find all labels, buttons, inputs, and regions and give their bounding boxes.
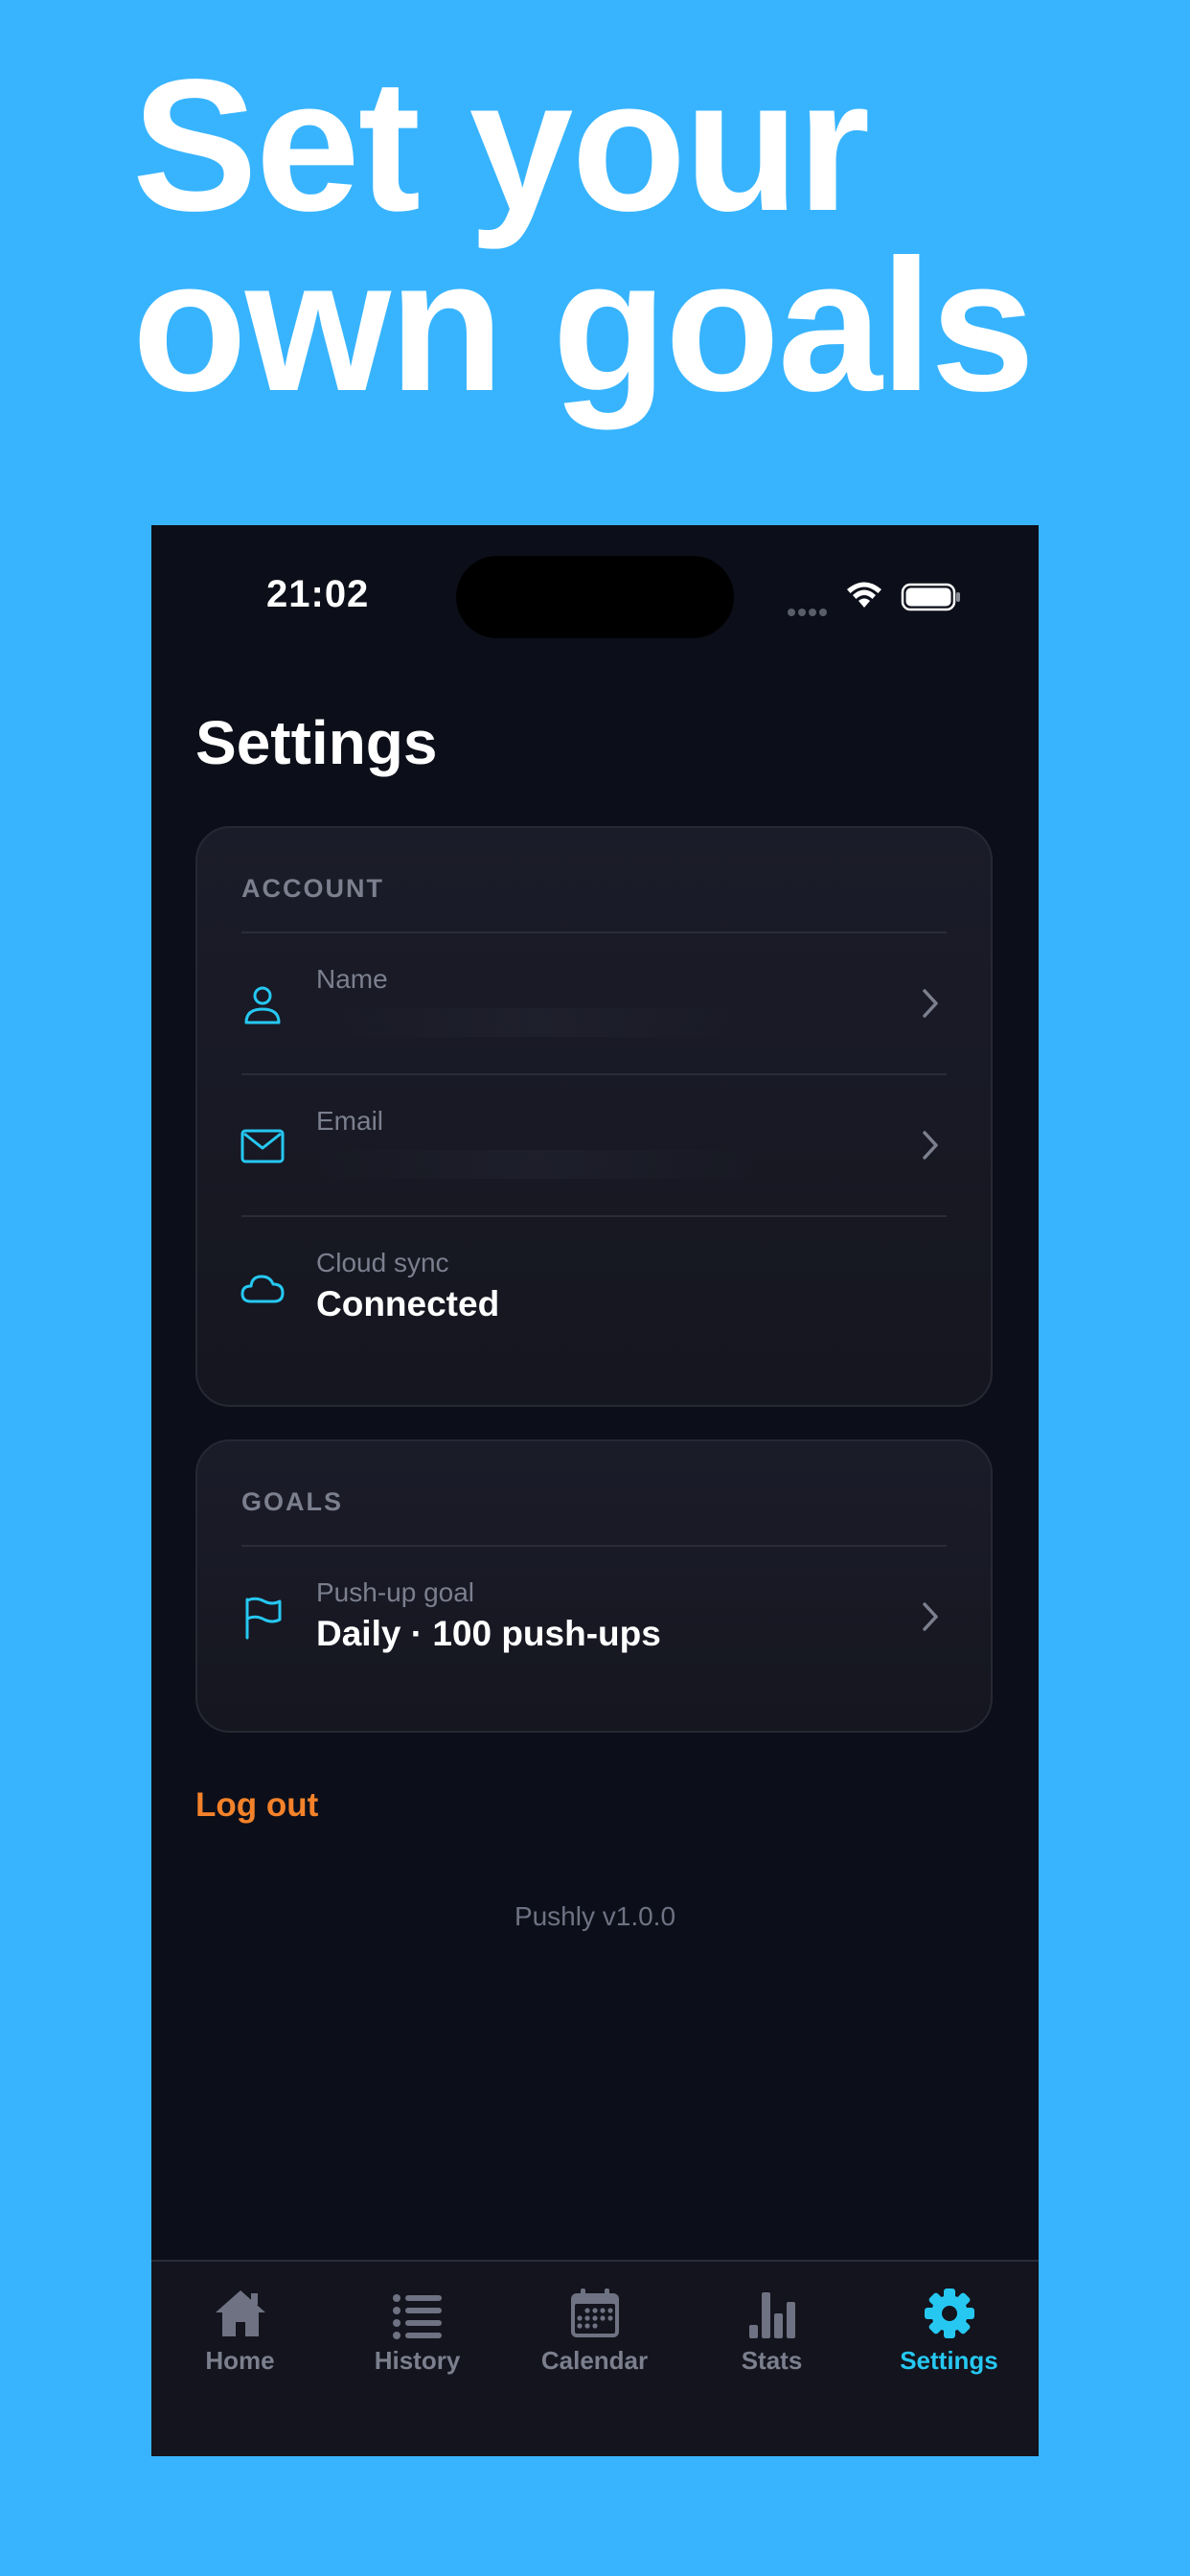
goals-section-header: GOALS <box>241 1487 344 1516</box>
email-value <box>316 1150 757 1179</box>
tab-history[interactable]: History <box>329 2287 506 2392</box>
goals-card: GOALS Push-up goal Daily · 100 push-ups <box>195 1439 993 1733</box>
logout-button[interactable]: Log out <box>195 1786 318 1825</box>
phone-screen: 21:02 Settings ACCOUNT Name Email Cloud … <box>151 525 1039 2456</box>
name-label: Name <box>316 964 388 994</box>
name-row[interactable]: Name <box>197 933 991 1075</box>
tab-home-label: Home <box>205 2346 275 2375</box>
name-value <box>316 1008 757 1037</box>
cloud-sync-value: Connected <box>316 1284 500 1323</box>
bar-chart-icon <box>748 2292 795 2338</box>
tab-history-label: History <box>374 2346 461 2375</box>
calendar-icon <box>570 2288 619 2337</box>
push-up-goal-value: Daily · 100 push-ups <box>316 1614 661 1653</box>
tab-calendar[interactable]: Calendar <box>506 2287 683 2392</box>
gear-icon <box>924 2288 974 2338</box>
headline-line-1: Set your <box>132 40 870 250</box>
home-icon <box>215 2290 265 2336</box>
tab-home[interactable]: Home <box>151 2287 329 2392</box>
email-label: Email <box>316 1106 384 1136</box>
cloud-sync-label: Cloud sync <box>316 1248 449 1277</box>
status-time: 21:02 <box>266 573 370 615</box>
account-section-header: ACCOUNT <box>241 874 384 903</box>
push-up-goal-row[interactable]: Push-up goal Daily · 100 push-ups <box>197 1547 991 1689</box>
list-icon <box>392 2294 442 2339</box>
email-row[interactable]: Email <box>197 1075 991 1217</box>
push-up-goal-label: Push-up goal <box>316 1577 475 1607</box>
chevron-right-icon <box>923 1131 938 1160</box>
tab-bar: Home History Calendar Stats Settings <box>151 2260 1039 2456</box>
flag-icon <box>245 1597 282 1640</box>
chevron-right-icon <box>923 1602 938 1631</box>
cloud-icon <box>240 1275 285 1303</box>
tab-stats-label: Stats <box>741 2346 803 2375</box>
person-icon <box>244 986 281 1024</box>
signal-icon <box>788 604 830 621</box>
page-title: Settings <box>195 708 438 777</box>
headline: Set your own goals <box>132 40 1035 430</box>
tab-stats[interactable]: Stats <box>683 2287 860 2392</box>
mail-icon <box>240 1129 285 1163</box>
headline-line-2: own goals <box>132 220 1035 430</box>
app-version: Pushly v1.0.0 <box>514 1901 676 1931</box>
account-card: ACCOUNT Name Email Cloud sync Connected <box>195 826 993 1407</box>
chevron-right-icon <box>923 989 938 1018</box>
tab-calendar-label: Calendar <box>540 2346 649 2375</box>
battery-icon <box>901 583 960 611</box>
tab-settings[interactable]: Settings <box>860 2287 1038 2392</box>
wifi-icon <box>847 582 881 608</box>
dynamic-island <box>456 556 734 638</box>
tab-settings-label: Settings <box>900 2346 998 2375</box>
cloud-sync-row: Cloud sync Connected <box>197 1217 991 1359</box>
